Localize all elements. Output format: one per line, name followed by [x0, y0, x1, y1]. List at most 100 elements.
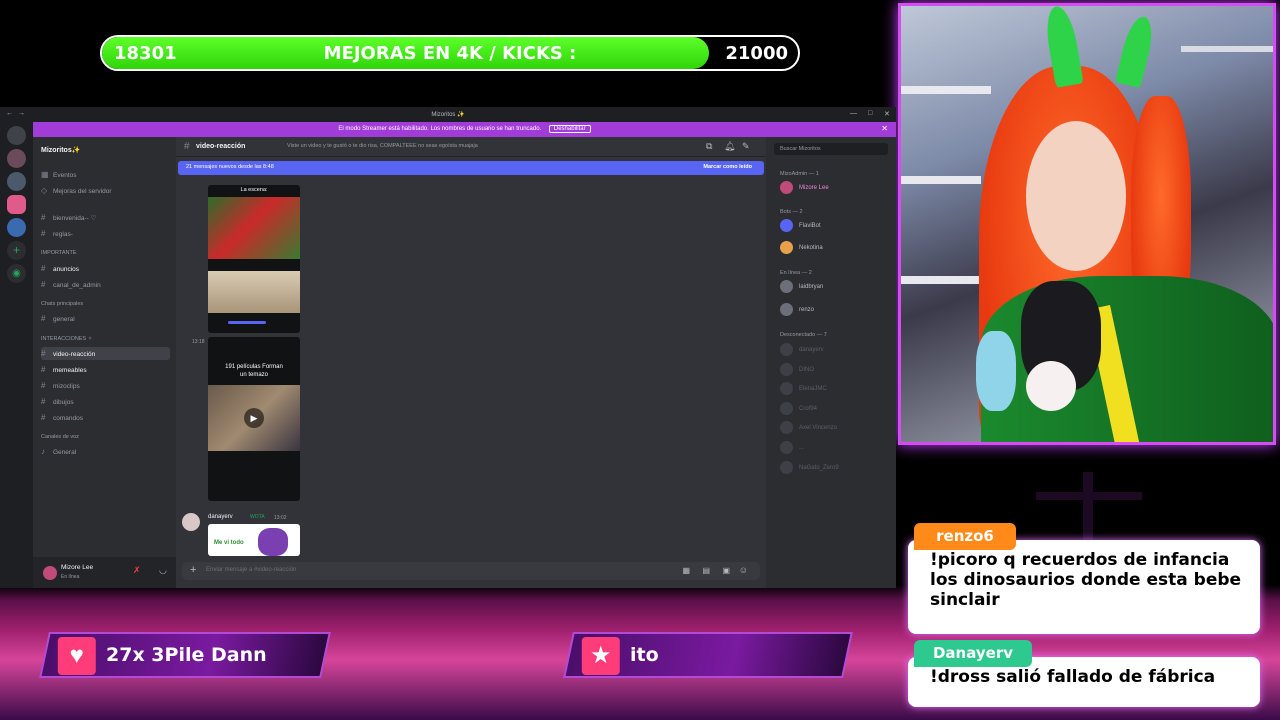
gif-icon[interactable]: ▤	[702, 566, 710, 575]
member-item[interactable]: danayerv	[780, 343, 824, 357]
avatar	[780, 343, 793, 356]
channel-item[interactable]: # dibujos	[41, 395, 170, 408]
author-name[interactable]: danayerv	[208, 514, 233, 520]
channel-item[interactable]: # mizoclips	[41, 379, 170, 392]
channel-label: anuncios	[53, 266, 80, 273]
dm-icon[interactable]	[7, 126, 26, 145]
recent-event-panel: ★ ito	[563, 632, 853, 678]
bell-icon[interactable]: 🔔︎	[724, 141, 735, 152]
input-placeholder: Enviar mensaje a #video-reacción	[206, 567, 297, 573]
search-input[interactable]: Buscar Mizoritos	[774, 143, 888, 155]
member-item[interactable]: DINO	[780, 363, 814, 377]
role-header: Desconectado — 7	[780, 332, 827, 338]
member-item[interactable]: ElenaJMC	[780, 382, 827, 396]
close-icon[interactable]: ✕	[881, 124, 888, 133]
minimize-icon[interactable]: —	[850, 110, 857, 117]
member-item[interactable]: FlaviBot	[780, 219, 821, 233]
add-server-icon[interactable]: +	[7, 241, 26, 260]
channel-header: # video-reacción Viste un video y te gus…	[176, 137, 766, 157]
server-icon[interactable]	[7, 149, 26, 168]
author-tag: WOTA	[250, 514, 265, 520]
channel-item[interactable]: # canal_de_admin	[41, 278, 170, 291]
events-item[interactable]: ▦ Eventos	[41, 168, 170, 181]
channel-item[interactable]: # general	[41, 312, 170, 325]
hash-icon: #	[41, 349, 46, 358]
disable-button[interactable]: Deshabilitar	[548, 125, 591, 133]
boosts-item[interactable]: ◇ Mejoras del servidor	[41, 184, 170, 197]
video-attachment[interactable]: La escena:	[208, 185, 300, 333]
avatar[interactable]	[43, 566, 57, 580]
message-time: 13:02	[274, 515, 287, 521]
server-icon[interactable]	[7, 172, 26, 191]
mark-as-read-button[interactable]: Marcar como leído	[703, 164, 752, 170]
member-item[interactable]: ...	[780, 441, 804, 455]
message-input[interactable]: + Enviar mensaje a #video-reacción ▦ ▤ ▣…	[182, 562, 760, 580]
member-item[interactable]: Axel Vincenzo	[780, 421, 837, 435]
boost-icon: ◇	[41, 186, 48, 195]
video-frame	[208, 197, 300, 259]
image-caption: Me vi todo	[214, 540, 244, 546]
channel-item[interactable]: # reglas-	[41, 227, 170, 240]
avatar[interactable]	[182, 513, 200, 531]
pin-badge	[1026, 361, 1076, 411]
member-item[interactable]: Mizore Lee	[780, 181, 829, 195]
hash-icon: #	[41, 280, 46, 289]
channel-item[interactable]: # bienvenida-- ♡	[41, 211, 170, 224]
explore-icon[interactable]: ◉	[7, 264, 26, 283]
category-header[interactable]: IMPORTANTE	[41, 250, 77, 256]
headphones-icon[interactable]: ◡	[159, 565, 167, 576]
sticker-icon[interactable]: ▣	[722, 566, 730, 575]
hash-icon: #	[184, 141, 190, 152]
hash-icon: #	[41, 381, 46, 390]
category-header[interactable]: INTERACCIONES ✧	[41, 336, 92, 342]
discord-window: ← → Mizoritos ✨ — □ ✕ El modo Streamer e…	[0, 107, 896, 588]
channel-item[interactable]: # anuncios	[41, 262, 170, 275]
shelf	[901, 86, 991, 94]
member-name: DINO	[799, 367, 814, 374]
channel-label: bienvenida-- ♡	[53, 215, 97, 222]
shelf	[1181, 46, 1273, 52]
voice-channel-item[interactable]: ♪ General	[41, 445, 170, 458]
channel-item[interactable]: # comandos	[41, 411, 170, 424]
channel-title: video-reacción	[196, 143, 246, 150]
member-item[interactable]: Crof94	[780, 402, 817, 416]
guild-name[interactable]: Mizoritos✨	[41, 146, 80, 154]
mic-muted-icon[interactable]: ✗	[133, 565, 141, 576]
member-name: FlaviBot	[799, 223, 821, 230]
member-item[interactable]: NaGato_Zero9	[780, 461, 839, 475]
channel-label: mizoclips	[53, 383, 80, 390]
volume-slider[interactable]	[228, 321, 266, 324]
image-attachment[interactable]: Me vi todo	[208, 524, 300, 556]
member-name: danayerv	[799, 347, 824, 354]
member-item[interactable]: renzo	[780, 303, 814, 317]
username: Mizore Lee	[61, 564, 94, 571]
calendar-icon: ▦	[41, 170, 49, 179]
new-messages-bar[interactable]: 21 mensajes nuevos desde las 8:48 Marcar…	[178, 161, 764, 175]
category-header[interactable]: Canales de voz	[41, 434, 79, 440]
member-item[interactable]: Nekotina	[780, 241, 823, 255]
video-caption: 191 películas Forman un temazo	[225, 364, 283, 378]
server-icon[interactable]	[7, 218, 26, 237]
hash-icon: #	[41, 213, 46, 222]
member-name: NaGato_Zero9	[799, 465, 839, 472]
gift-icon[interactable]: ▦	[682, 566, 690, 575]
close-icon[interactable]: ✕	[884, 110, 890, 118]
plus-icon[interactable]: +	[190, 564, 196, 576]
emoji-icon[interactable]: ☺	[739, 565, 748, 575]
chat-area: # video-reacción Viste un video y te gus…	[176, 137, 766, 588]
category-header[interactable]: Chats principales	[41, 301, 83, 307]
channel-item[interactable]: # memeables	[41, 363, 170, 376]
channel-sidebar: Mizoritos✨ ▦ Eventos ◇ Mejoras del servido…	[33, 137, 209, 588]
goal-target: 21000	[725, 43, 788, 64]
pin-icon[interactable]: ✎	[742, 141, 750, 152]
play-icon[interactable]: ▶	[244, 408, 264, 428]
threads-icon[interactable]: ⧉	[706, 141, 712, 152]
video-attachment[interactable]: 191 películas Forman un temazo ▶	[208, 337, 300, 501]
avatar	[780, 241, 793, 254]
maximize-icon[interactable]: □	[868, 110, 872, 117]
heart-icon: ♥	[57, 637, 96, 675]
role-header: En línea — 2	[780, 270, 812, 276]
channel-item-selected[interactable]: # video-reacción	[41, 347, 170, 360]
member-item[interactable]: laidbryan	[780, 280, 823, 294]
server-icon-active[interactable]	[7, 195, 26, 214]
